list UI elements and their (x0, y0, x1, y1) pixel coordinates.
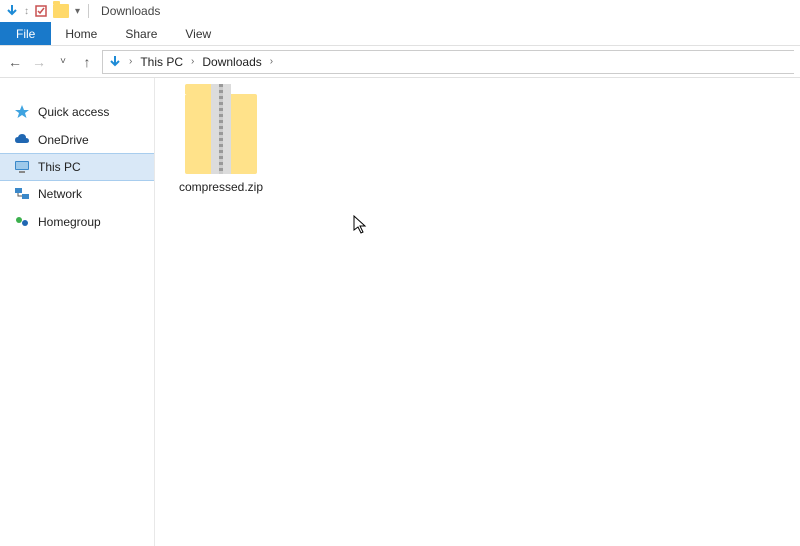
breadcrumb-separator[interactable]: › (268, 56, 275, 67)
sidebar-item-label: Homegroup (38, 215, 101, 229)
cloud-icon (14, 132, 30, 148)
network-icon (14, 186, 30, 202)
chevron-down-icon: ˅ (60, 56, 66, 67)
address-bar[interactable]: › This PC › Downloads › (102, 50, 794, 74)
tab-view[interactable]: View (171, 22, 225, 45)
sidebar-item-network[interactable]: Network (0, 180, 154, 208)
tab-share[interactable]: Share (111, 22, 171, 45)
sidebar-item-label: OneDrive (38, 133, 89, 147)
address-downloads-icon (107, 54, 123, 70)
back-button[interactable]: ← (6, 53, 24, 71)
breadcrumb-separator[interactable]: › (127, 56, 134, 67)
explorer-body: Quick access OneDrive This PC Network Ho… (0, 78, 800, 546)
sidebar-item-homegroup[interactable]: Homegroup (0, 208, 154, 236)
window-title: Downloads (101, 4, 160, 18)
sidebar-item-onedrive[interactable]: OneDrive (0, 126, 154, 154)
forward-button[interactable]: → (30, 53, 48, 71)
breadcrumb-this-pc[interactable]: This PC (138, 55, 185, 69)
sidebar-item-label: This PC (38, 160, 81, 174)
file-list-pane[interactable]: compressed.zip (155, 78, 800, 546)
monitor-icon (14, 159, 30, 175)
homegroup-icon (14, 214, 30, 230)
sidebar-item-label: Quick access (38, 105, 109, 119)
recent-locations-button[interactable]: ˅ (54, 53, 72, 71)
file-item-compressed-zip[interactable]: compressed.zip (171, 94, 271, 194)
breadcrumb-downloads[interactable]: Downloads (200, 55, 263, 69)
navigation-bar: ← → ˅ ↑ › This PC › Downloads › (0, 46, 800, 78)
qat-down-arrow-icon[interactable] (4, 3, 20, 19)
title-separator (88, 4, 89, 18)
star-icon (14, 104, 30, 120)
breadcrumb-separator[interactable]: › (189, 56, 196, 67)
folder-icon (53, 4, 69, 18)
back-arrow-icon: ← (8, 55, 22, 69)
qat-customize-dropdown[interactable]: ▾ (73, 6, 82, 17)
sidebar-item-quick-access[interactable]: Quick access (0, 98, 154, 126)
zip-folder-icon (185, 94, 257, 174)
sidebar-item-label: Network (38, 187, 82, 201)
qat-properties-icon[interactable] (33, 3, 49, 19)
sidebar-item-this-pc[interactable]: This PC (0, 153, 154, 181)
up-button[interactable]: ↑ (78, 53, 96, 71)
file-tab[interactable]: File (0, 22, 51, 45)
forward-arrow-icon: → (32, 55, 46, 69)
up-arrow-icon: ↑ (84, 55, 91, 69)
navigation-pane: Quick access OneDrive This PC Network Ho… (0, 78, 155, 546)
qat-separator-icon: ↕ (24, 6, 29, 17)
file-name-label: compressed.zip (171, 180, 271, 194)
tab-home[interactable]: Home (51, 22, 111, 45)
ribbon-tabs: File Home Share View (0, 22, 800, 46)
title-bar: ↕ ▾ Downloads (0, 0, 800, 22)
